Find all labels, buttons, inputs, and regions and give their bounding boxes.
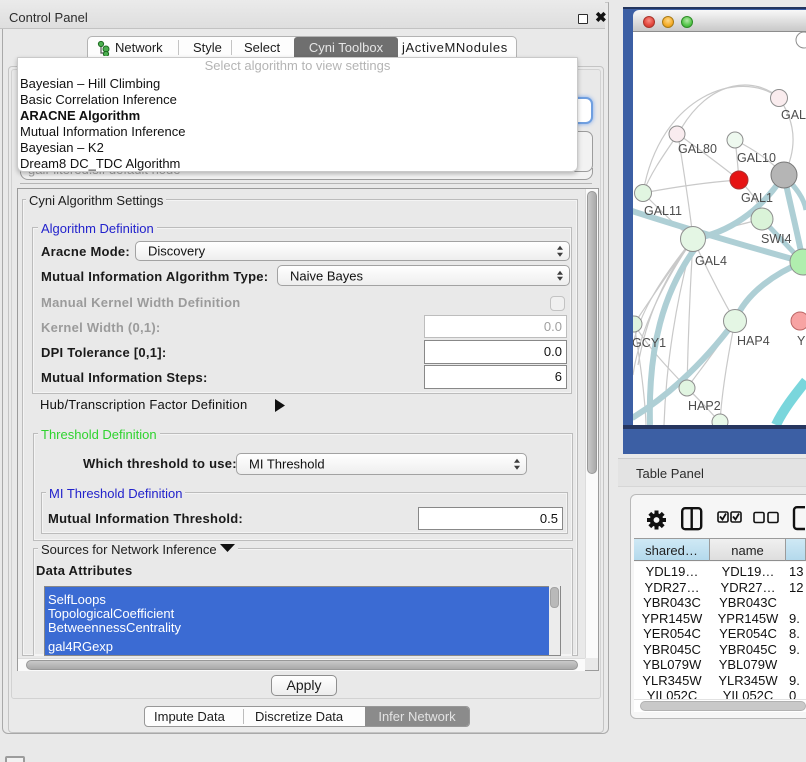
svg-text:Y: Y	[797, 334, 806, 348]
svg-text:HAP4: HAP4	[737, 334, 770, 348]
svg-text:GAL10: GAL10	[737, 151, 776, 165]
svg-text:SWI4: SWI4	[761, 232, 792, 246]
svg-text:GCY1: GCY1	[633, 336, 666, 350]
svg-text:GAL1: GAL1	[741, 191, 773, 205]
svg-text:GAL7: GAL7	[781, 108, 806, 122]
svg-text:HAP2: HAP2	[688, 399, 721, 413]
svg-text:GAL80: GAL80	[678, 142, 717, 156]
svg-text:GAL11: GAL11	[644, 204, 682, 218]
svg-text:GAL4: GAL4	[695, 254, 727, 268]
